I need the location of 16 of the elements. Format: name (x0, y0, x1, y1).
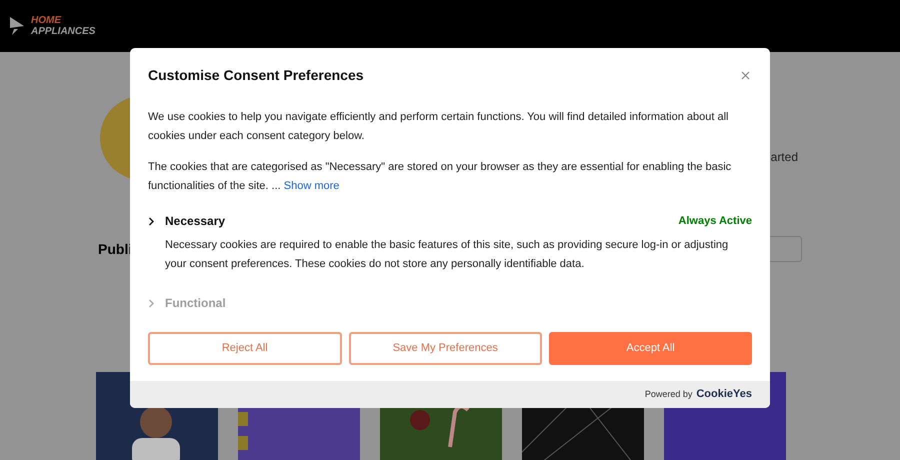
powered-by-text: Powered by (644, 388, 692, 401)
dialog-title: Customise Consent Preferences (148, 66, 364, 85)
logo-text: APPLIANCES (31, 26, 96, 37)
consent-button[interactable]: Reject All (148, 332, 342, 365)
consent-button[interactable]: Accept All (549, 332, 752, 365)
category-title[interactable]: Necessary (165, 212, 226, 230)
intro-paragraph: The cookies that are categorised as "Necessary" are stored on your browser as they are essential for enabling the basic functionalities of the site. ... Show more (148, 160, 732, 194)
category-description: Necessary cookies are required to enable the basic features of this site, such as providing secure log-in or adjusting your consent preferences. These cookies do not store any personally identifiable data. (164, 238, 730, 272)
intro-paragraph: We use cookies to help you navigate efficiently and perform certain functions. You will find detailed information about all cookies under each consent category below. (148, 110, 730, 144)
logo-text: HOME (31, 15, 62, 26)
show-more-link[interactable]: Show more (284, 180, 340, 192)
consent-button[interactable]: Save My Preferences (348, 332, 542, 365)
body-text: arted (770, 149, 798, 166)
status-label: Always Active (678, 214, 752, 229)
brand-logo: CookieYes (696, 387, 752, 402)
category-title[interactable]: Functional (165, 294, 226, 312)
